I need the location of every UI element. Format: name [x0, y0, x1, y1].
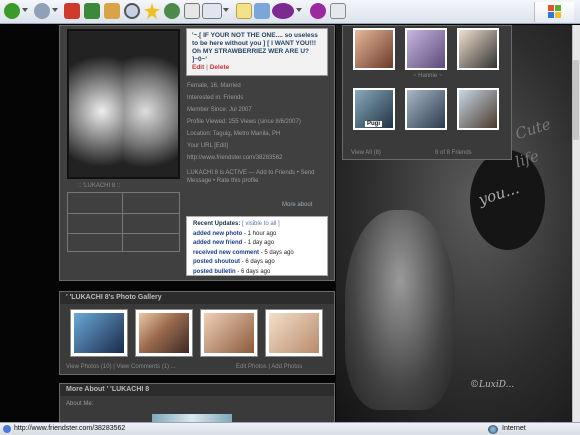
status-url: http://www.friendster.com/38283562: [14, 425, 126, 432]
about-me-label: About Me:: [66, 401, 94, 407]
friend-name[interactable]: ~ Hannie ~: [413, 73, 442, 79]
friend-thumb[interactable]: [353, 28, 395, 70]
updates-title: Recent Updates:: [193, 221, 241, 227]
more-about-link[interactable]: More about: [282, 202, 312, 208]
update-time: - 1 hour ago: [242, 230, 277, 237]
discuss-icon[interactable]: [254, 3, 270, 19]
recent-updates-box: Recent Updates: [ visible to all ] added…: [186, 216, 328, 276]
search-icon[interactable]: [124, 3, 140, 19]
profile-panel: :: 'LUKACHI 8 :: '~.[ IF YOUR NOT THE ON…: [59, 25, 335, 281]
headline-box: '~.[ IF YOUR NOT THE ONE.... so useless …: [186, 28, 328, 76]
update-time: - 6 days ago: [235, 268, 271, 275]
detail-url[interactable]: http://www.friendster.com/38283562: [187, 155, 282, 161]
friend-name[interactable]: Pugi: [365, 121, 382, 127]
more-about-panel: More About ' 'LUKACHI 8 About Me:: [59, 383, 335, 422]
friend-thumb[interactable]: [457, 28, 499, 70]
friend-thumb[interactable]: [405, 28, 447, 70]
detail-interest: Interested in: Friends: [187, 95, 244, 101]
mail-dropdown-icon[interactable]: [223, 8, 229, 12]
back-icon[interactable]: [4, 3, 20, 19]
browser-toolbar: [0, 0, 580, 24]
update-time: - 6 days ago: [240, 259, 275, 265]
yahoo-dropdown-icon[interactable]: [296, 8, 302, 12]
detail-gender-age: Female, 16, Married: [187, 83, 241, 89]
gallery-photo[interactable]: [70, 309, 128, 357]
scrollbar-thumb[interactable]: [573, 60, 579, 140]
windows-logo: [534, 2, 574, 22]
gallery-photo[interactable]: [135, 309, 193, 357]
friends-count: 8 of 8 Friends: [435, 150, 472, 156]
updates-visibility[interactable]: [ visible to all ]: [242, 221, 280, 227]
profile-photo[interactable]: [67, 29, 180, 179]
friend-thumb[interactable]: [457, 88, 499, 130]
update-time: - 1 day ago: [242, 240, 275, 246]
forward-icon[interactable]: [34, 3, 50, 19]
page-icon: [3, 425, 11, 433]
windows-flag-icon: [548, 5, 562, 19]
gallery-photo[interactable]: [200, 309, 258, 357]
update-link[interactable]: added new photo: [193, 231, 242, 237]
profile-frame: [67, 192, 180, 252]
stop-icon[interactable]: [64, 3, 80, 19]
refresh-icon[interactable]: [84, 3, 100, 19]
edit-link[interactable]: Edit: [192, 64, 204, 71]
friends-view-all[interactable]: View All (8): [351, 150, 381, 156]
research-icon[interactable]: [330, 3, 346, 19]
detail-location: Location: Taguig, Metro Manila, PH: [187, 131, 281, 137]
headline-text: '~.[ IF YOUR NOT THE ONE.... so useless …: [192, 32, 318, 63]
history-icon[interactable]: [164, 3, 180, 19]
more-about-title: More About ' 'LUKACHI 8: [60, 384, 334, 396]
signature-text: ©LuxiD...: [470, 380, 515, 390]
browser-statusbar: http://www.friendster.com/38283562 Inter…: [0, 422, 580, 435]
update-link[interactable]: added new friend: [193, 240, 242, 246]
friend-thumb[interactable]: [405, 88, 447, 130]
yahoo-icon[interactable]: [272, 3, 294, 19]
detail-views: Profile Viewed: 255 Views (since 8/6/200…: [187, 119, 301, 125]
forward-dropdown-icon[interactable]: [52, 8, 58, 12]
favorites-icon[interactable]: [144, 3, 160, 19]
home-icon[interactable]: [104, 3, 120, 19]
gallery-photo[interactable]: [265, 309, 323, 357]
profile-actions-text: LUKACHI 8 is ACTIVE — Add to Friends • S…: [187, 170, 315, 184]
zone-label: Internet: [502, 425, 526, 432]
photo-caption: :: 'LUKACHI 8 ::: [78, 183, 121, 189]
back-dropdown-icon[interactable]: [22, 8, 28, 12]
gallery-title: ' 'LUKACHI 8's Photo Gallery: [60, 292, 334, 304]
update-time: - 5 days ago: [259, 249, 294, 256]
delete-link[interactable]: Delete: [210, 64, 230, 71]
update-link[interactable]: posted shoutout: [193, 259, 240, 265]
update-link[interactable]: received new comment: [193, 250, 259, 256]
web-page: Cute life you... ©LuxiD... :: 'LUKACHI 8…: [0, 25, 572, 422]
link-separator: |: [206, 64, 208, 71]
detail-url-label[interactable]: Your URL [Edit]: [187, 143, 228, 149]
friends-panel: ~ Hannie ~ Pugi View All (8) 8 of 8 Frie…: [342, 25, 512, 160]
about-me-image: [152, 414, 232, 422]
gallery-edit-links[interactable]: Edit Photos | Add Photos: [236, 364, 302, 370]
mail-icon[interactable]: [202, 3, 222, 19]
photo-gallery-panel: ' 'LUKACHI 8's Photo Gallery View Photos…: [59, 291, 335, 375]
detail-member-since: Member Since: Jul 2007: [187, 107, 252, 113]
internet-zone-icon: [488, 425, 498, 434]
messenger-icon[interactable]: [310, 3, 326, 19]
background-figure: [345, 210, 455, 410]
print-icon[interactable]: [184, 3, 200, 19]
gallery-view-links[interactable]: View Photos (10) | View Comments (1) ...: [66, 364, 176, 370]
edit-icon[interactable]: [236, 3, 252, 19]
update-link[interactable]: posted bulletin: [193, 269, 236, 275]
